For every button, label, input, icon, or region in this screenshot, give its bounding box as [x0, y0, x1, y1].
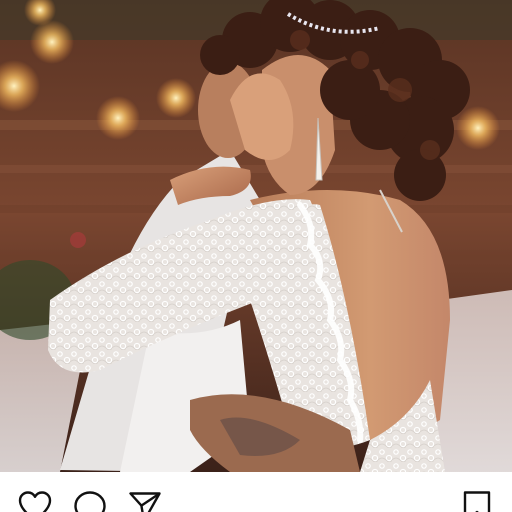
wedding-photo-illustration [0, 0, 512, 472]
comment-icon [74, 491, 106, 512]
post-action-bar [0, 472, 512, 512]
comment-button[interactable] [73, 490, 107, 512]
bookmark-icon [463, 491, 491, 512]
send-icon [129, 492, 161, 512]
post-photo[interactable] [0, 0, 512, 472]
heart-icon [18, 491, 52, 512]
save-button[interactable] [462, 490, 492, 512]
like-button[interactable] [18, 490, 52, 512]
share-button[interactable] [128, 490, 162, 512]
post-screen [0, 0, 512, 512]
